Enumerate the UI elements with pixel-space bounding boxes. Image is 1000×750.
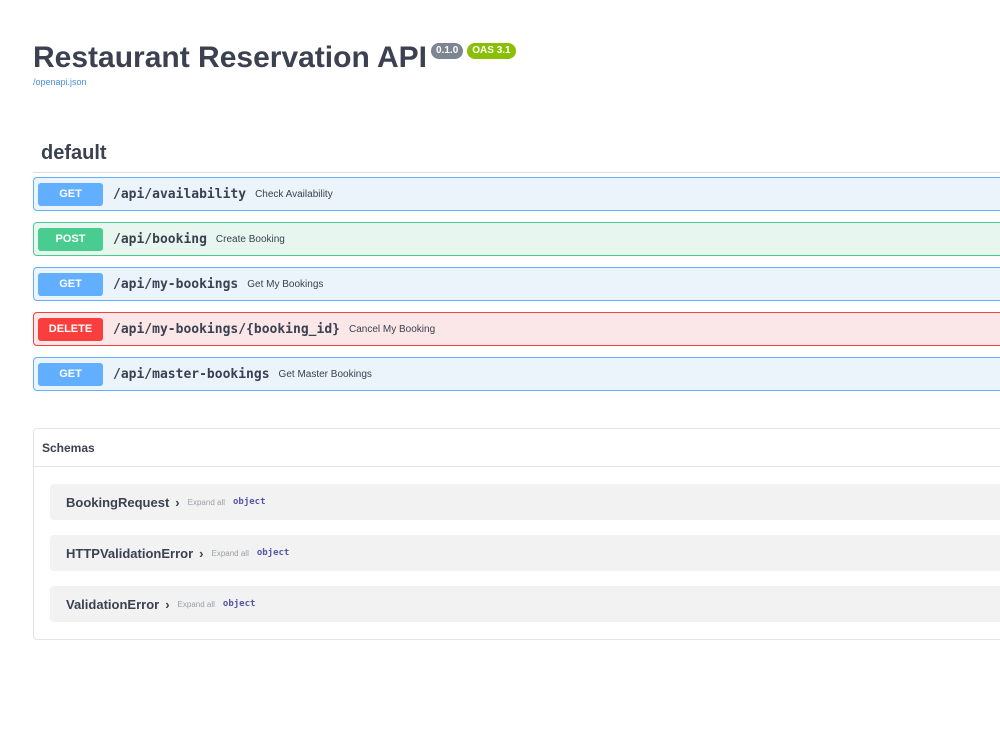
operation-get-availability[interactable]: GET /api/availability Check Availability	[33, 177, 1000, 211]
operation-summary: Cancel My Booking	[348, 323, 436, 335]
operation-path: /api/availability	[113, 186, 247, 202]
operation-path: /api/my-bookings/{booking_id}	[113, 321, 340, 337]
operation-summary: Check Availability	[255, 188, 333, 200]
method-badge: GET	[38, 362, 103, 386]
operation-delete-my-booking[interactable]: DELETE /api/my-bookings/{booking_id} Can…	[33, 312, 1000, 346]
chevron-right-icon[interactable]: ›	[199, 546, 203, 561]
model-name: ValidationError	[66, 596, 160, 612]
model-validation-error[interactable]: ValidationError › Expand all object	[50, 586, 1000, 622]
tag-title[interactable]: default	[41, 142, 107, 165]
schemas-section: Schemas BookingRequest › Expand all obje…	[33, 428, 1000, 640]
version-badge: 0.1.0	[431, 43, 464, 59]
model-http-validation-error[interactable]: HTTPValidationError › Expand all object	[50, 535, 1000, 571]
schemas-header[interactable]: Schemas	[34, 429, 1000, 467]
model-type: object	[233, 497, 266, 507]
model-name: BookingRequest	[66, 494, 170, 510]
operation-summary: Create Booking	[215, 233, 285, 245]
chevron-right-icon[interactable]: ›	[175, 495, 179, 510]
model-booking-request[interactable]: BookingRequest › Expand all object	[50, 484, 1000, 520]
model-type: object	[256, 548, 290, 558]
method-badge: POST	[38, 227, 103, 251]
oas-badge: OAS 3.1	[467, 43, 516, 59]
schemas-title: Schemas	[42, 440, 95, 455]
model-name: HTTPValidationError	[66, 545, 194, 561]
operation-get-master-bookings[interactable]: GET /api/master-bookings Get Master Book…	[33, 357, 1000, 391]
method-badge: GET	[38, 272, 103, 296]
method-badge: DELETE	[38, 317, 103, 341]
operation-summary: Get Master Bookings	[278, 368, 372, 380]
expand-all-button[interactable]: Expand all	[178, 600, 215, 609]
tag-divider	[33, 172, 1000, 173]
model-type: object	[222, 599, 256, 609]
operation-path: /api/my-bookings	[113, 276, 239, 292]
operation-summary: Get My Bookings	[247, 278, 324, 290]
method-badge: GET	[38, 182, 103, 206]
expand-all-button[interactable]: Expand all	[188, 498, 225, 507]
model-list: BookingRequest › Expand all object HTTPV…	[50, 484, 1000, 637]
api-title: Restaurant Reservation API	[33, 41, 428, 74]
api-info: Restaurant Reservation API 0.1.0 OAS 3.1…	[33, 40, 516, 87]
swagger-page: Restaurant Reservation API 0.1.0 OAS 3.1…	[0, 0, 1000, 750]
operation-path: /api/master-bookings	[113, 366, 270, 382]
expand-all-button[interactable]: Expand all	[211, 549, 248, 558]
title-row: Restaurant Reservation API 0.1.0 OAS 3.1	[33, 40, 516, 76]
operations-list: GET /api/availability Check Availability…	[33, 177, 1000, 402]
operation-path: /api/booking	[113, 231, 207, 247]
openapi-json-link[interactable]: /openapi.json	[33, 77, 516, 87]
operation-post-booking[interactable]: POST /api/booking Create Booking	[33, 222, 1000, 256]
chevron-right-icon[interactable]: ›	[165, 597, 169, 612]
operation-get-my-bookings[interactable]: GET /api/my-bookings Get My Bookings	[33, 267, 1000, 301]
